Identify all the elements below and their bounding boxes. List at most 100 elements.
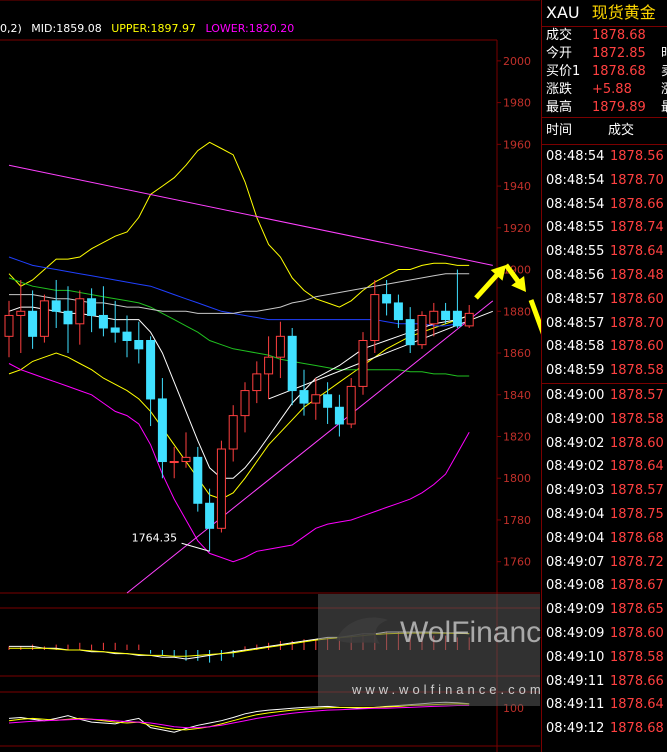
candle-body (146, 339, 156, 400)
trade-time: 08:49:04 (546, 530, 605, 546)
y-tick-label: 1860 (503, 347, 531, 360)
quote-value: 1878.68 (592, 64, 646, 79)
trades-list[interactable]: 08:48:54 1878.56 08:48:54 1878.70 08:48:54 18… (542, 145, 667, 741)
trade-row[interactable]: 08:48:57 1878.60 (542, 288, 667, 312)
trade-row[interactable]: 08:49:11 1878.64 (542, 693, 667, 717)
trade-price: 1878.58 (610, 411, 664, 427)
quote-extra: 时 (661, 45, 667, 63)
quote-extra: 卖 (661, 63, 667, 81)
quote-extra: 涨 (661, 81, 667, 99)
candle-body (334, 406, 344, 425)
quote-label: 成交 (546, 28, 573, 43)
quote-row: 最高 1879.89 最 (542, 99, 667, 117)
y-tick-label: 1880 (503, 305, 531, 318)
trade-price: 1878.58 (610, 363, 664, 379)
trade-row[interactable]: 08:48:55 1878.74 (542, 216, 667, 240)
trade-row[interactable]: 08:48:56 1878.48 (542, 264, 667, 288)
trade-price: 1878.74 (610, 220, 664, 236)
trade-row[interactable]: 08:49:12 1878.68 (542, 717, 667, 741)
trade-row[interactable]: 08:48:58 1878.60 (542, 335, 667, 359)
trade-time: 08:48:58 (546, 339, 605, 355)
trade-row[interactable]: 08:49:11 1878.66 (542, 670, 667, 694)
trade-row[interactable]: 08:48:55 1878.64 (542, 240, 667, 264)
y-tick-label: 1960 (503, 138, 531, 151)
quote-row: 今开 1872.85 时 (542, 45, 667, 63)
trade-row[interactable]: 08:49:03 1878.57 (542, 479, 667, 503)
trade-price: 1878.70 (610, 315, 664, 331)
trade-price: 1878.66 (610, 196, 664, 212)
trade-row[interactable]: 08:49:04 1878.75 (542, 503, 667, 527)
low-annotation-leader (181, 542, 210, 552)
trade-time: 08:49:04 (546, 506, 605, 522)
trade-row[interactable]: 08:49:04 1878.68 (542, 527, 667, 551)
kdj-line (8, 705, 470, 729)
trade-time: 08:49:07 (546, 554, 605, 570)
candle-body (169, 461, 179, 464)
trade-price: 1878.65 (610, 602, 664, 618)
trade-price: 1878.48 (610, 267, 664, 283)
trade-row[interactable]: 08:49:00 1878.58 (542, 408, 667, 432)
candle-body (63, 310, 73, 325)
trade-time: 08:49:08 (546, 578, 605, 594)
watermark-url: www.wolfinance.com (352, 682, 545, 697)
trade-price: 1878.68 (610, 530, 664, 546)
indicator-line (8, 315, 470, 500)
trade-time: 08:49:02 (546, 459, 605, 475)
main-candle-chart: 1764.35 (4, 141, 494, 594)
trade-row[interactable]: 08:49:10 1878.58 (542, 646, 667, 670)
trade-price: 1878.60 (610, 339, 664, 355)
trade-time: 08:49:09 (546, 602, 605, 618)
trade-row[interactable]: 08:49:02 1878.60 (542, 432, 667, 456)
trade-row[interactable]: 08:48:54 1878.70 (542, 169, 667, 193)
trades-header-time: 时间 (546, 123, 573, 138)
kdj-subchart (8, 701, 470, 733)
trade-price: 1878.68 (610, 721, 664, 737)
candle-body (28, 310, 38, 337)
trade-time: 08:48:54 (546, 149, 605, 164)
candle-body (16, 310, 26, 316)
watermark-logo-text: WolFinance (400, 616, 558, 649)
trade-price: 1878.66 (610, 673, 664, 689)
trade-price: 1878.60 (610, 435, 664, 451)
trade-row[interactable]: 08:49:07 1878.72 (542, 551, 667, 575)
candle-body (405, 319, 415, 346)
trade-price: 1878.70 (610, 172, 664, 188)
indicator-line (8, 306, 470, 479)
candle-body (311, 394, 321, 404)
indicator-mid: MID:1859.08 (31, 22, 102, 35)
trade-row[interactable]: 08:48:59 1878.58 (542, 359, 667, 383)
trade-row[interactable]: 08:49:08 1878.67 (542, 574, 667, 598)
quote-row: 成交 1878.68 (542, 27, 667, 45)
y-tick-label: 1760 (503, 556, 531, 569)
trade-time: 08:48:54 (546, 172, 605, 188)
trade-row[interactable]: 08:48:54 1878.56 (542, 145, 667, 169)
trade-time: 08:49:11 (546, 697, 605, 713)
trade-price: 1878.57 (610, 483, 664, 499)
trade-row[interactable]: 08:49:00 1878.57 (542, 382, 667, 408)
y-tick-label: 1920 (503, 222, 531, 235)
trade-price: 1878.58 (610, 649, 664, 665)
candle-body (464, 312, 474, 327)
trade-row[interactable]: 08:49:09 1878.60 (542, 622, 667, 646)
candle-body (287, 335, 297, 392)
trade-row[interactable]: 08:49:02 1878.64 (542, 455, 667, 479)
symbol-name: 现货黄金 (591, 3, 656, 22)
quote-header: XAU 现货黄金 (542, 0, 667, 27)
candle-body (216, 448, 226, 529)
candle-body (4, 314, 14, 337)
quote-label: 买价1 (546, 64, 581, 79)
trade-time: 08:48:56 (546, 267, 605, 283)
indicator-line (8, 277, 470, 377)
trade-price: 1878.64 (610, 697, 664, 713)
trade-time: 08:49:00 (546, 411, 605, 427)
trade-row[interactable]: 08:48:54 1878.66 (542, 193, 667, 217)
trade-row[interactable]: 08:49:09 1878.65 (542, 598, 667, 622)
trade-row[interactable]: 08:48:57 1878.70 (542, 312, 667, 336)
trade-price: 1878.57 (610, 387, 664, 403)
trade-price: 1878.64 (610, 244, 664, 260)
candle-body (441, 310, 451, 321)
trade-time: 08:48:59 (546, 363, 605, 379)
trade-time: 08:49:11 (546, 673, 605, 689)
trade-price: 1878.60 (610, 625, 664, 641)
trade-time: 08:48:55 (546, 244, 605, 260)
